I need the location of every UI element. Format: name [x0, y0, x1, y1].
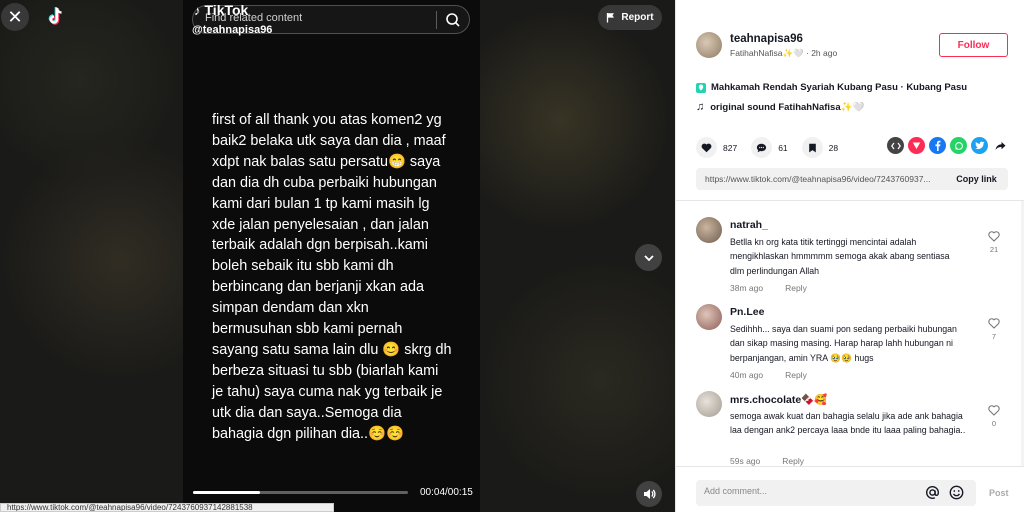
comment-age: 59s ago — [730, 456, 761, 466]
like-count: 827 — [723, 142, 738, 153]
comment-age: 38m ago — [730, 283, 764, 293]
post-actions: 827 61 28 — [696, 137, 852, 158]
comment-meta: 59s ago Reply — [730, 456, 804, 466]
comment-text: Betlla kn org kata titik tertinggi menci… — [730, 237, 950, 276]
comment-icon — [751, 137, 773, 158]
post-comment-button[interactable]: Post — [989, 488, 1009, 498]
share-arrow-icon[interactable] — [992, 137, 1009, 154]
comment-item: natrah_ Betlla kn org kata titik terting… — [696, 217, 1016, 297]
whatsapp-icon[interactable] — [950, 137, 967, 154]
browser-status-url: https://www.tiktok.com/@teahnapisa96/vid… — [0, 503, 334, 512]
video-progress-fill — [193, 491, 260, 494]
send-icon[interactable] — [908, 137, 925, 154]
like-button[interactable]: 827 — [696, 137, 737, 158]
save-count: 28 — [828, 142, 839, 153]
post-url: https://www.tiktok.com/@teahnapisa96/vid… — [705, 174, 931, 184]
comment-like-count: 0 — [991, 419, 997, 428]
comment-item: Pn.Lee Sedihhh... saya dan suami pon sed… — [696, 304, 1016, 384]
author-subline: FatihahNafisa✨🤍 · 2h ago — [730, 48, 837, 59]
search-divider — [436, 11, 437, 29]
comment-item: mrs.chocolate🍫🥰 semoga awak kuat dan bah… — [696, 391, 1016, 466]
close-button[interactable]: ✕ — [1, 3, 29, 31]
reply-button[interactable]: Reply — [785, 370, 807, 380]
comment-like-button[interactable]: 7 — [986, 318, 1002, 341]
comment-text: semoga awak kuat dan bahagia selalu jika… — [730, 411, 966, 436]
close-icon: ✕ — [7, 6, 23, 27]
save-button[interactable]: 28 — [801, 137, 839, 158]
follow-button[interactable]: Follow — [939, 33, 1008, 57]
commenter-avatar[interactable] — [696, 391, 722, 417]
reply-button[interactable]: Reply — [785, 283, 807, 293]
watermark-logo-icon: ♪ — [194, 2, 201, 18]
embed-icon[interactable] — [887, 137, 904, 154]
comment-button[interactable]: 61 — [751, 137, 788, 158]
comment-meta: 38m ago Reply — [730, 283, 807, 293]
search-icon[interactable] — [444, 11, 462, 29]
comment-age: 40m ago — [730, 370, 764, 380]
commenter-avatar[interactable] — [696, 304, 722, 330]
twitter-icon[interactable] — [971, 137, 988, 154]
flag-icon — [607, 13, 615, 23]
report-button[interactable]: Report — [598, 5, 662, 30]
post-age: 2h ago — [811, 48, 838, 58]
watermark-brand-text: TikTok — [204, 2, 249, 18]
video-caption-text: first of all thank you atas komen2 yg ba… — [212, 112, 452, 442]
music-note-icon: ♫ — [696, 101, 705, 113]
location-text: Mahkamah Rendah Syariah Kubang Pasu · Ku… — [711, 82, 968, 93]
at-icon[interactable] — [924, 484, 941, 501]
author-avatar[interactable] — [696, 32, 722, 58]
commenter-username[interactable]: mrs.chocolate🍫🥰 — [730, 393, 827, 406]
comment-like-button[interactable]: 21 — [986, 231, 1002, 254]
chevron-down-icon — [643, 254, 654, 261]
volume-button[interactable] — [636, 481, 662, 507]
facebook-icon[interactable] — [929, 137, 946, 154]
comment-input[interactable] — [704, 486, 904, 496]
heart-icon — [696, 137, 717, 158]
next-video-button[interactable] — [635, 244, 662, 271]
emoji-icon[interactable] — [948, 484, 965, 501]
video-watermark-brand: ♪ TikTok — [194, 2, 248, 18]
post-details-panel: teahnapisa96 FatihahNafisa✨🤍 · 2h ago Fo… — [675, 0, 1024, 512]
share-icons — [887, 137, 1009, 154]
video-watermark-handle: @teahnapisa96 — [192, 24, 273, 36]
sound-text: original sound FatihahNafisa✨🤍 — [710, 101, 865, 113]
comment-like-count: 21 — [989, 245, 999, 254]
author-display-name: FatihahNafisa✨🤍 — [730, 48, 804, 58]
heart-outline-icon — [988, 318, 1000, 329]
copy-link-box: https://www.tiktok.com/@teahnapisa96/vid… — [696, 168, 1008, 190]
location-pin-icon — [696, 82, 706, 93]
comment-like-button[interactable]: 0 — [986, 405, 1002, 428]
commenter-username[interactable]: Pn.Lee — [730, 306, 764, 318]
commenter-username[interactable]: natrah_ — [730, 219, 768, 231]
comment-composer: Post — [676, 466, 1024, 512]
bookmark-icon — [801, 137, 823, 158]
comments-list[interactable]: natrah_ Betlla kn org kata titik terting… — [676, 201, 1024, 466]
heart-outline-icon — [988, 231, 1000, 242]
volume-icon — [644, 489, 656, 499]
commenter-avatar[interactable] — [696, 217, 722, 243]
heart-outline-icon — [988, 405, 1000, 416]
comment-text: Sedihhh... saya dan suami pon sedang per… — [730, 324, 957, 363]
comment-like-count: 7 — [991, 332, 997, 341]
video-progress-bar[interactable] — [193, 491, 408, 494]
copy-link-button[interactable]: Copy link — [945, 168, 1008, 190]
tiktok-logo-icon[interactable] — [44, 5, 68, 29]
video-time: 00:04/00:15 — [420, 487, 473, 498]
comment-count: 61 — [778, 142, 788, 153]
reply-button[interactable]: Reply — [782, 456, 804, 466]
comment-meta: 40m ago Reply — [730, 370, 807, 380]
video-pane: first of all thank you atas komen2 yg ba… — [0, 0, 675, 512]
report-label: Report — [621, 12, 654, 23]
comment-input-box[interactable] — [696, 480, 976, 506]
author-username[interactable]: teahnapisa96 — [730, 33, 803, 45]
sound-link[interactable]: ♫ original sound FatihahNafisa✨🤍 — [696, 101, 864, 113]
location-tag[interactable]: Mahkamah Rendah Syariah Kubang Pasu · Ku… — [696, 82, 967, 93]
